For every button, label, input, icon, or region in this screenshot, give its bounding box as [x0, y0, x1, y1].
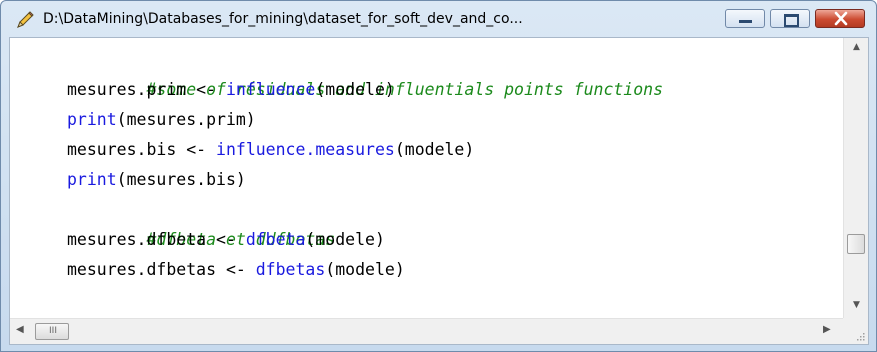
code-text: (modele)	[315, 80, 395, 99]
code-text: mesures.dfbeta <-	[67, 230, 246, 249]
maximize-icon	[784, 14, 799, 27]
code-line: mesures.bis <- influence.measures(modele…	[67, 135, 474, 165]
code-text: (modele)	[325, 260, 405, 279]
code-line: print(mesures.prim)	[67, 105, 256, 135]
code-text: mesures.prim <-	[67, 80, 226, 99]
code-function: print	[67, 110, 117, 129]
pencil-edit-icon	[17, 11, 34, 28]
horizontal-scroll-thumb[interactable]: III	[35, 323, 69, 340]
scroll-left-arrow-icon[interactable]: ◀	[16, 324, 24, 335]
scrollbar-corner	[843, 318, 868, 344]
code-text: (mesures.prim)	[116, 110, 256, 129]
resize-grip-icon[interactable]	[855, 331, 865, 341]
minimize-icon	[739, 20, 752, 23]
code-line: mesures.dfbetas <- dfbetas(modele)	[67, 255, 405, 285]
window-title: D:\DataMining\Databases_for_mining\datas…	[43, 11, 523, 27]
minimize-button[interactable]	[725, 9, 765, 28]
code-function: influence	[225, 80, 316, 99]
maximize-button[interactable]	[770, 9, 810, 28]
vertical-scroll-thumb[interactable]	[847, 234, 865, 254]
code-line: #dfbeta et ddfbetas	[67, 195, 335, 249]
code-text: mesures.bis <-	[67, 140, 217, 159]
code-function: dfbeta	[245, 230, 306, 249]
code-text: (mesures.bis)	[116, 170, 246, 189]
code-function: influence.measures	[216, 140, 395, 159]
horizontal-scrollbar[interactable]: ◀ III ▶	[10, 318, 843, 344]
code-text: (modele)	[305, 230, 385, 249]
title-bar[interactable]: D:\DataMining\Databases_for_mining\datas…	[1, 1, 876, 37]
code-function: print	[67, 170, 117, 189]
close-icon	[834, 11, 848, 26]
code-line: mesures.dfbeta <- dfbeta(modele)	[67, 225, 385, 255]
code-function: dfbetas	[255, 260, 326, 279]
close-button[interactable]	[815, 9, 865, 28]
code-editor[interactable]: #some of résiduals and influentials poin…	[10, 38, 843, 318]
editor-client-area: #some of résiduals and influentials poin…	[9, 37, 869, 345]
scroll-down-arrow-icon[interactable]: ▼	[844, 300, 869, 310]
code-line: #some of résiduals and influentials poin…	[67, 45, 663, 99]
vertical-scrollbar[interactable]: ▲ ▼	[843, 38, 868, 318]
scroll-right-arrow-icon[interactable]: ▶	[823, 324, 831, 335]
thumb-grip-icon: III	[49, 326, 57, 336]
code-line: mesures.prim <- influence(modele)	[67, 75, 395, 105]
code-text: mesures.dfbetas <-	[67, 260, 256, 279]
editor-window: D:\DataMining\Databases_for_mining\datas…	[0, 0, 877, 352]
code-text: (modele)	[394, 140, 475, 159]
code-line: print(mesures.bis)	[67, 165, 246, 195]
scroll-up-arrow-icon[interactable]: ▲	[844, 42, 869, 52]
